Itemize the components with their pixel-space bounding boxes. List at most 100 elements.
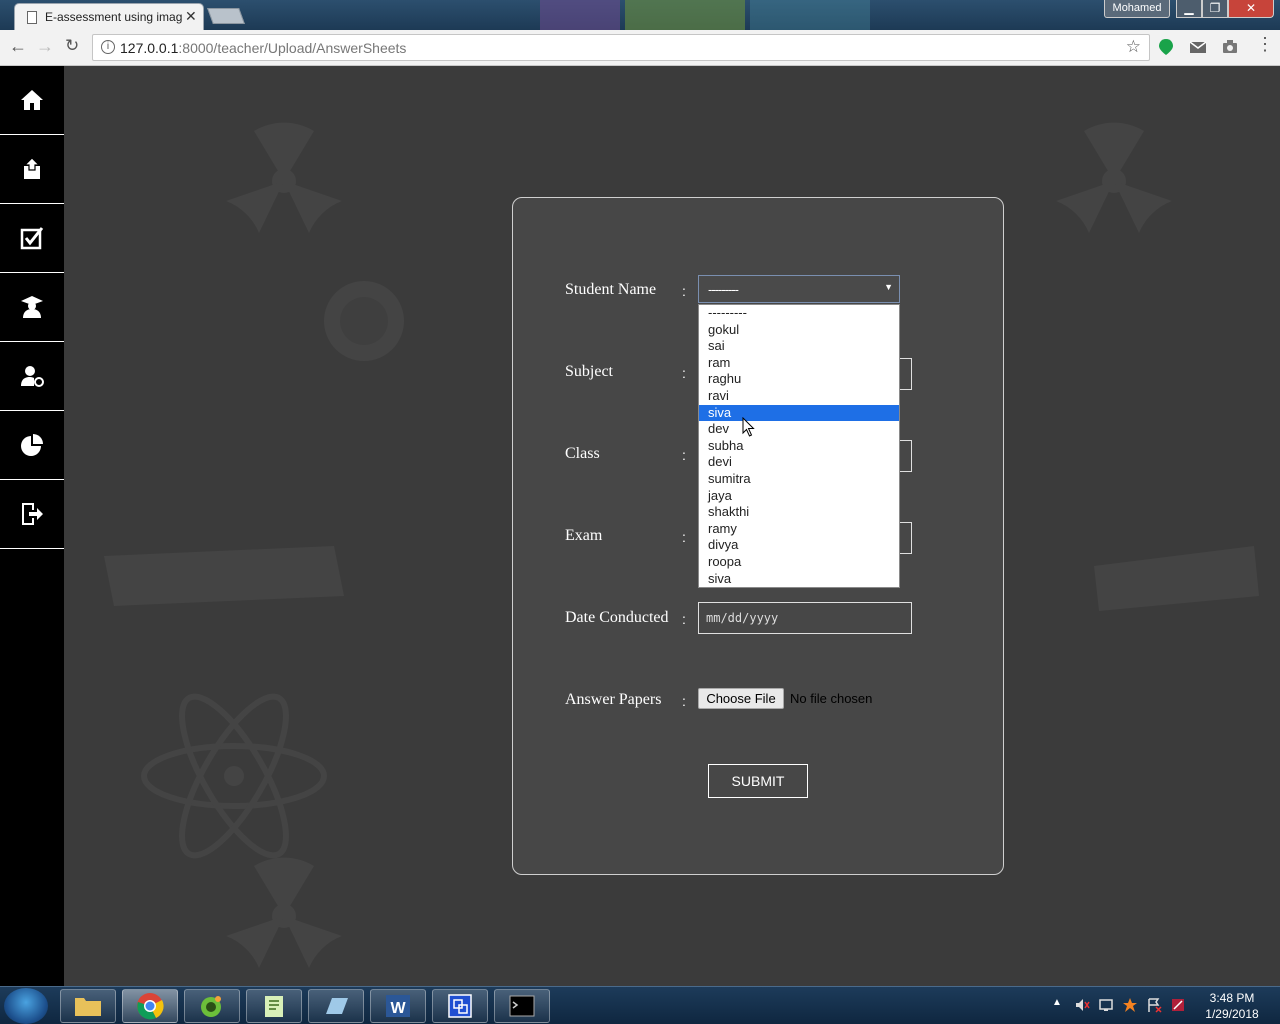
taskbar-app[interactable] (308, 989, 364, 1023)
no-file-text: No file chosen (790, 691, 873, 706)
student-option[interactable]: sumitra (699, 471, 899, 488)
action-center-flag-icon[interactable] (1146, 997, 1162, 1013)
student-option[interactable]: divya (699, 537, 899, 554)
background-strip (625, 0, 745, 30)
radiation-doodle-icon (1056, 122, 1172, 233)
student-option[interactable]: roopa (699, 554, 899, 571)
student-option[interactable]: subha (699, 438, 899, 455)
sidebar-item-logout[interactable] (0, 480, 64, 549)
colon: : (682, 365, 686, 381)
sidebar-item-home[interactable] (0, 66, 64, 135)
taskbar-chameleon[interactable] (184, 989, 240, 1023)
clock-date: 1/29/2018 (1205, 1007, 1259, 1021)
student-name-select[interactable]: --------- ▼ (698, 275, 900, 303)
network-icon[interactable] (1098, 997, 1114, 1013)
new-tab-button[interactable] (207, 8, 245, 24)
tray-expand-icon[interactable]: ▲ (1052, 997, 1068, 1013)
mail-icon[interactable] (1189, 38, 1207, 56)
volume-muted-icon[interactable] (1074, 997, 1090, 1013)
student-option[interactable]: shakthi (699, 504, 899, 521)
student-option[interactable]: raghu (699, 371, 899, 388)
student-option[interactable]: siva (699, 571, 899, 588)
forward-arrow-icon[interactable]: → (36, 36, 54, 57)
main-content: Student Name : --------- ▼ Subject : Cla… (64, 66, 1280, 986)
minimize-button[interactable]: ▁ (1176, 0, 1202, 18)
circle-doodle-icon (324, 281, 404, 361)
student-name-options[interactable]: --------- gokul sai ram raghu ravi siva dev subh… (698, 304, 900, 588)
window-close-button[interactable]: ✕ (1228, 0, 1274, 18)
colon: : (682, 283, 686, 299)
submit-button[interactable]: SUBMIT (708, 764, 808, 798)
document-icon (326, 998, 348, 1014)
extension-map-pin-icon[interactable] (1157, 38, 1175, 56)
antivirus-icon[interactable] (1122, 997, 1138, 1013)
sidebar-item-upload[interactable] (0, 135, 64, 204)
colon: : (682, 611, 686, 627)
reload-icon[interactable]: ↻ (65, 36, 79, 56)
pie-chart-icon (21, 434, 43, 456)
taskbar-chrome[interactable] (122, 989, 178, 1023)
answer-papers-label: Answer Papers (565, 691, 662, 708)
power-icon[interactable] (1170, 997, 1186, 1013)
word-icon: W (386, 995, 410, 1017)
background-strip (750, 0, 870, 30)
student-option[interactable]: --------- (699, 305, 899, 322)
taskbar-word[interactable]: W (370, 989, 426, 1023)
page-icon (27, 11, 37, 24)
colon: : (682, 447, 686, 463)
logout-icon (22, 503, 43, 525)
sidebar-item-students[interactable] (0, 273, 64, 342)
mouse-cursor-icon (742, 417, 755, 437)
taskbar-app-blue[interactable] (432, 989, 488, 1023)
student-option[interactable]: devi (699, 454, 899, 471)
upload-icon (23, 157, 41, 179)
student-icon (21, 296, 43, 318)
sidebar-item-evaluate[interactable] (0, 204, 64, 273)
student-option[interactable]: dev (699, 421, 899, 438)
student-option[interactable]: ram (699, 355, 899, 372)
student-name-label: Student Name (565, 281, 657, 298)
home-icon (21, 90, 43, 110)
checkbox-icon (20, 227, 44, 250)
browser-tab[interactable]: E-assessment using imag ✕ (14, 3, 204, 31)
system-clock[interactable]: 3:48 PM 1/29/2018 (1196, 990, 1268, 1022)
folder-icon (75, 998, 101, 1016)
window-app-icon (448, 994, 472, 1018)
address-bar[interactable]: i 127.0.0.1:8000/teacher/Upload/AnswerSh… (92, 34, 1150, 61)
chameleon-icon (201, 996, 221, 1017)
command-prompt-icon (509, 995, 535, 1017)
bookmark-star-icon[interactable]: ☆ (1126, 37, 1141, 57)
student-option[interactable]: sai (699, 338, 899, 355)
colon: : (682, 693, 686, 709)
camera-icon[interactable] (1221, 38, 1239, 56)
browser-toolbar: ← → ↻ i 127.0.0.1:8000/teacher/Upload/An… (0, 30, 1280, 66)
menu-dots-icon[interactable]: ⋮ (1256, 34, 1274, 55)
sidebar (0, 66, 64, 986)
dropdown-arrow-icon: ▼ (884, 282, 893, 292)
sidebar-item-reports[interactable] (0, 411, 64, 480)
student-option[interactable]: siva (699, 404, 899, 422)
taskbar-notepad-plus[interactable] (246, 989, 302, 1023)
student-option[interactable]: gokul (699, 322, 899, 339)
profile-button[interactable]: Mohamed (1104, 0, 1170, 18)
student-option[interactable]: ravi (699, 388, 899, 405)
student-option[interactable]: ramy (699, 521, 899, 538)
maximize-button[interactable]: ❐ (1202, 0, 1228, 18)
book-doodle-icon (104, 546, 344, 606)
date-placeholder: mm/dd/yyyy (706, 611, 779, 625)
student-option[interactable]: jaya (699, 488, 899, 505)
sidebar-item-user-settings[interactable] (0, 342, 64, 411)
date-conducted-input[interactable]: mm/dd/yyyy (698, 602, 912, 634)
start-button[interactable] (4, 988, 48, 1024)
info-icon[interactable]: i (101, 40, 115, 54)
taskbar-explorer[interactable] (60, 989, 116, 1023)
url-text: 127.0.0.1:8000/teacher/Upload/AnswerShee… (120, 40, 407, 56)
class-label: Class (565, 445, 600, 462)
atom-doodle-icon (141, 693, 327, 859)
taskbar-cmd[interactable] (494, 989, 550, 1023)
colon: : (682, 529, 686, 545)
date-conducted-label: Date Conducted (565, 609, 669, 626)
tab-close-icon[interactable]: ✕ (185, 8, 197, 25)
back-arrow-icon[interactable]: ← (9, 36, 27, 57)
choose-file-button[interactable]: Choose File (698, 688, 784, 709)
